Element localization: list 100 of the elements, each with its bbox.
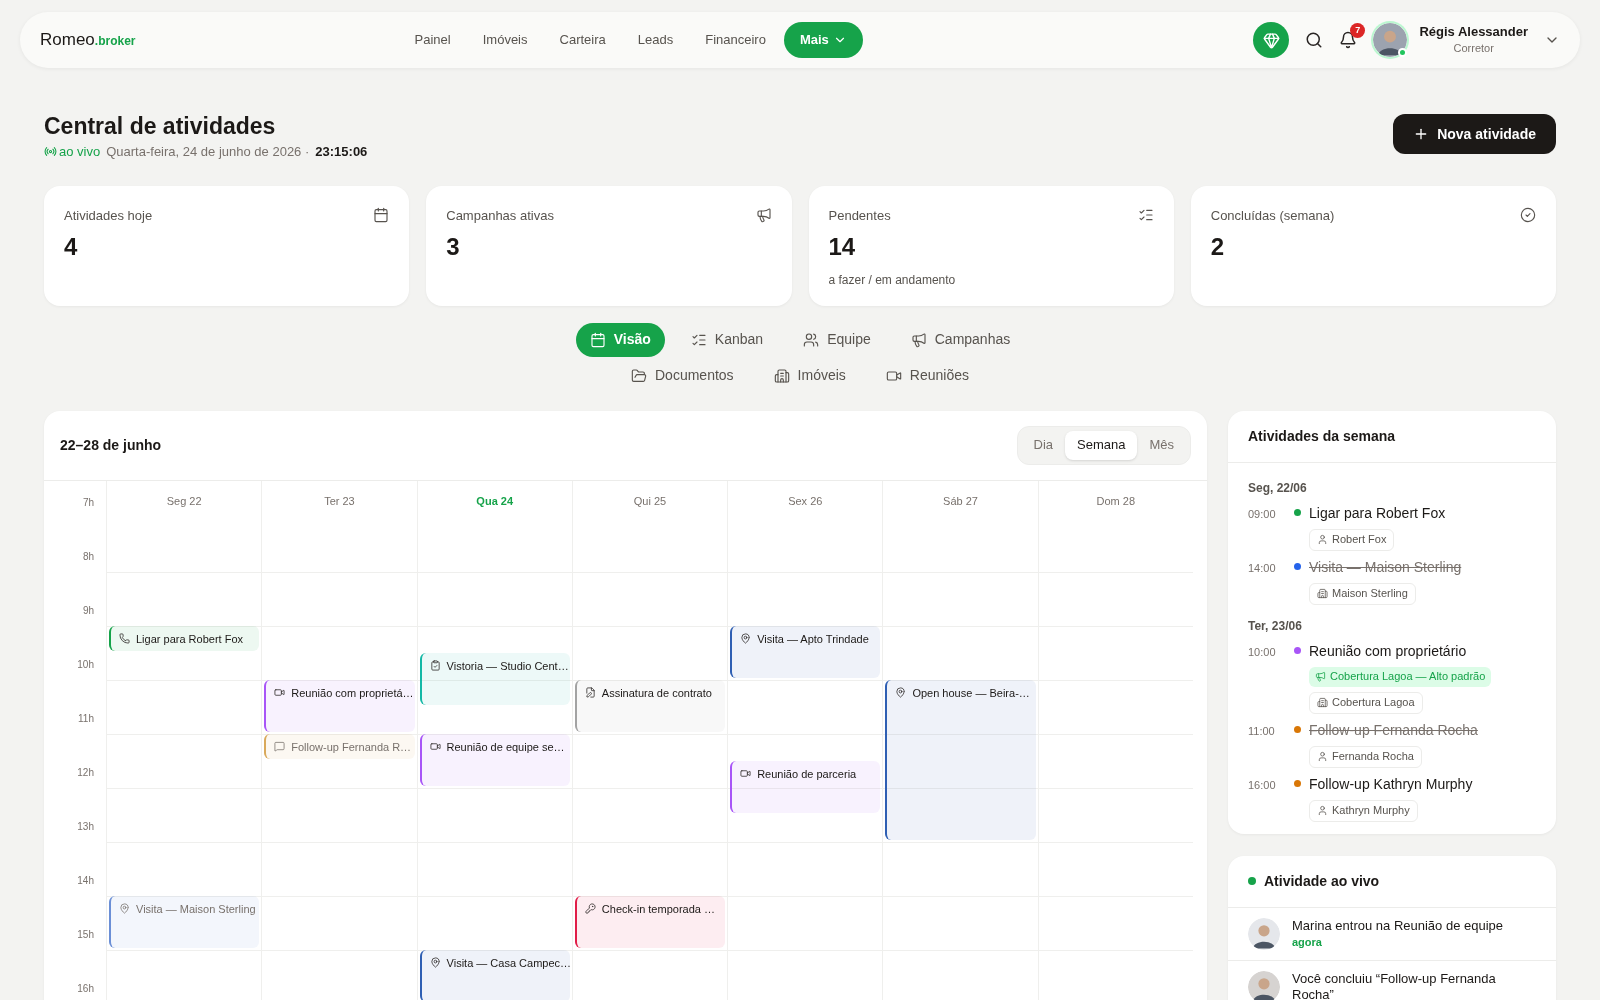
hour-label: 12h bbox=[77, 766, 94, 778]
calendar-event[interactable]: Ligar para Robert Fox bbox=[109, 625, 260, 651]
activity-time: 14:00 bbox=[1248, 560, 1277, 576]
bell-icon[interactable] bbox=[1339, 31, 1358, 49]
card-title: Atividade ao vivo bbox=[1264, 871, 1380, 891]
chat-icon bbox=[274, 740, 286, 752]
hour-label: 13h bbox=[77, 820, 94, 832]
map-pin-icon bbox=[429, 956, 441, 968]
file-pen-icon bbox=[584, 686, 596, 698]
calendar-event[interactable]: Reunião com proprietá… bbox=[264, 679, 415, 732]
event-title: Vistoria — Studio Cent… bbox=[446, 658, 569, 674]
nav-item[interactable]: Leads bbox=[623, 22, 688, 58]
stat-value: 3 bbox=[446, 233, 461, 261]
related-tag[interactable]: Fernanda Rocha bbox=[1309, 745, 1422, 768]
calendar-event[interactable]: Check-in temporada … bbox=[574, 895, 726, 948]
activity-title[interactable]: Follow-up Fernanda Rocha bbox=[1309, 719, 1478, 741]
live-text: Você concluiu “Follow-up Fernanda Rocha” bbox=[1292, 971, 1497, 1000]
related-tag[interactable]: Kathryn Murphy bbox=[1309, 799, 1418, 822]
search-icon[interactable] bbox=[1305, 31, 1324, 49]
hour-label: 7h bbox=[82, 496, 94, 508]
stat-value: 2 bbox=[1210, 233, 1226, 261]
megaphone-icon bbox=[1315, 671, 1326, 682]
calendar-event[interactable]: Assinatura de contrato bbox=[574, 679, 726, 732]
related-tag[interactable]: Maison Sterling bbox=[1309, 582, 1416, 605]
map-pin-icon bbox=[895, 686, 907, 698]
building-icon bbox=[773, 367, 790, 384]
mode-tab[interactable]: Semana bbox=[1065, 430, 1138, 460]
person-icon bbox=[1317, 751, 1328, 762]
nav-item[interactable]: Painel bbox=[400, 22, 465, 58]
megaphone-icon bbox=[755, 207, 772, 224]
calendar-event[interactable]: Visita — Casa Campec… bbox=[419, 949, 570, 1000]
megaphone-icon bbox=[910, 331, 927, 348]
activity-title[interactable]: Follow-up Kathryn Murphy bbox=[1309, 773, 1473, 795]
calendar-event[interactable]: Reunião de parceria bbox=[730, 760, 881, 813]
clipboard-icon bbox=[429, 659, 441, 671]
current-date: Quarta-feira, 24 de junho de 2026 · bbox=[106, 143, 310, 161]
hour-label: 11h bbox=[78, 712, 94, 724]
day-header: Dom 28 bbox=[1096, 493, 1136, 509]
activity-time: 11:00 bbox=[1248, 723, 1276, 739]
related-tag[interactable]: Robert Fox bbox=[1309, 528, 1395, 551]
calendar-event[interactable]: Vistoria — Studio Cent… bbox=[419, 652, 570, 705]
event-title: Reunião de equipe se… bbox=[446, 739, 565, 755]
user-name: Régis Alessander bbox=[1419, 24, 1528, 40]
new-activity-button[interactable]: Nova atividade bbox=[1393, 114, 1556, 154]
person-icon bbox=[1317, 805, 1328, 816]
mode-tab[interactable]: Dia bbox=[1021, 430, 1065, 460]
calendar-range: 22–28 de junho bbox=[60, 435, 162, 455]
calendar-event[interactable]: Follow-up Fernanda R… bbox=[264, 733, 415, 759]
stat-label: Pendentes bbox=[828, 206, 891, 225]
users-icon bbox=[803, 331, 820, 348]
day-header: Qua 24 bbox=[476, 493, 514, 509]
hour-label: 10h bbox=[77, 658, 94, 670]
calendar-event[interactable]: Visita — Apto Trindade bbox=[730, 625, 881, 678]
event-title: Visita — Maison Sterling bbox=[136, 901, 256, 917]
related-tag[interactable]: Cobertura Lagoa bbox=[1309, 691, 1423, 714]
event-title: Reunião com proprietá… bbox=[291, 685, 414, 701]
key-icon bbox=[584, 902, 596, 914]
video-camera-icon bbox=[740, 767, 752, 779]
stat-label: Campanhas ativas bbox=[446, 206, 554, 225]
view-tab[interactable]: Campanhas bbox=[896, 322, 1025, 357]
event-title: Visita — Casa Campec… bbox=[446, 955, 572, 971]
day-header: Seg 22 bbox=[166, 493, 202, 509]
phone-icon bbox=[119, 632, 130, 644]
brand-logo[interactable]: Romeo.broker bbox=[40, 27, 136, 53]
calendar-event[interactable]: Reunião de equipe se… bbox=[419, 733, 570, 786]
event-title: Ligar para Robert Fox bbox=[136, 631, 243, 647]
hour-label: 8h bbox=[82, 550, 94, 562]
map-pin-icon bbox=[740, 632, 752, 644]
view-tab[interactable]: Equipe bbox=[789, 322, 885, 357]
video-camera-icon bbox=[274, 686, 286, 698]
stat-note: a fazer / em andamento bbox=[828, 272, 957, 289]
activity-title[interactable]: Visita — Maison Sterling bbox=[1309, 556, 1462, 578]
activity-title[interactable]: Reunião com proprietário bbox=[1309, 640, 1467, 662]
activity-time: 09:00 bbox=[1248, 506, 1277, 522]
premium-button[interactable] bbox=[1253, 22, 1290, 58]
event-title: Check-in temporada … bbox=[601, 901, 715, 917]
hour-label: 9h bbox=[82, 604, 94, 616]
mode-tab[interactable]: Mês bbox=[1137, 430, 1186, 460]
nav-item[interactable]: Financeiro bbox=[691, 22, 780, 58]
view-tab[interactable]: Imóveis bbox=[759, 358, 860, 393]
calendar-event[interactable]: Open house — Beira-… bbox=[885, 679, 1036, 840]
card-title: Atividades da semana bbox=[1248, 426, 1396, 446]
stat-label: Concluídas (semana) bbox=[1210, 206, 1335, 225]
activity-title[interactable]: Ligar para Robert Fox bbox=[1309, 502, 1446, 524]
event-title: Reunião de parceria bbox=[757, 766, 857, 782]
view-tab[interactable]: Reuniões bbox=[871, 358, 983, 393]
day-header: Sex 26 bbox=[788, 493, 823, 509]
notification-count: 7 bbox=[1350, 23, 1366, 38]
building-icon bbox=[1317, 588, 1328, 599]
activity-time: 10:00 bbox=[1248, 644, 1277, 660]
nav-item[interactable]: Carteira bbox=[545, 22, 620, 58]
day-header: Ter 23 bbox=[324, 493, 355, 509]
map-pin-icon bbox=[119, 902, 130, 914]
calendar-event[interactable]: Visita — Maison Sterling bbox=[109, 895, 260, 948]
view-tab[interactable]: Kanban bbox=[676, 322, 778, 357]
hour-label: 16h bbox=[77, 982, 94, 994]
check-circle-icon bbox=[1520, 207, 1536, 224]
view-tab[interactable]: Documentos bbox=[617, 358, 748, 393]
user-role: Corretor bbox=[1453, 41, 1494, 56]
nav-item[interactable]: Imóveis bbox=[468, 22, 542, 58]
